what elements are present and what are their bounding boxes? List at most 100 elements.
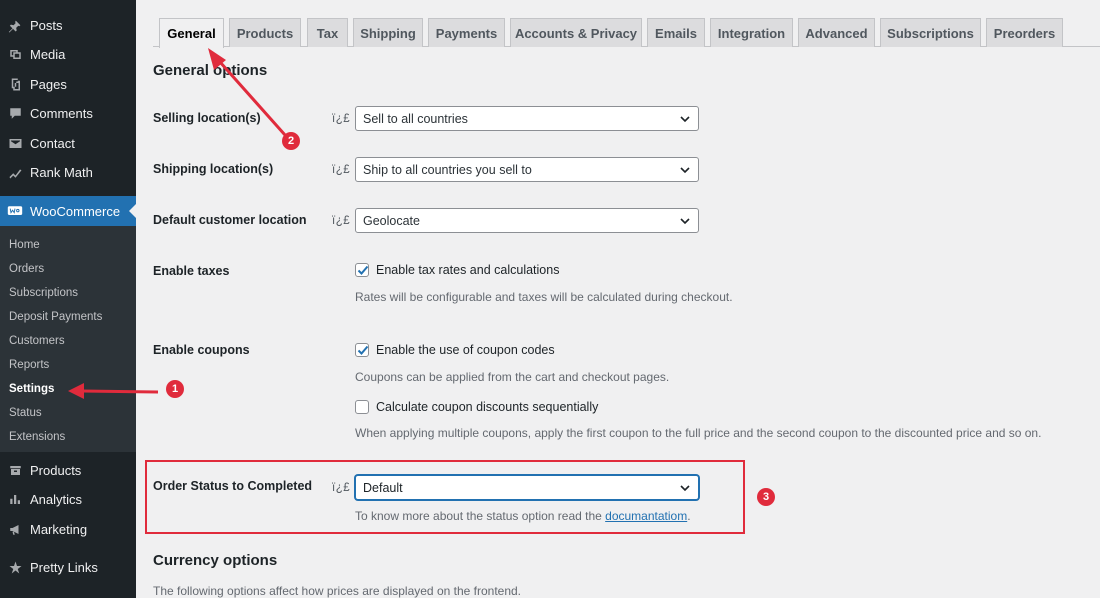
submenu-subscriptions[interactable]: Subscriptions: [9, 285, 78, 301]
label-enable-coupons: Enable coupons: [153, 343, 250, 357]
tab-products[interactable]: Products: [229, 18, 301, 47]
menu-label-analytics: Analytics: [30, 491, 83, 507]
tab-label: Advanced: [805, 25, 868, 41]
annotation-badge-1: 1: [166, 380, 184, 398]
currency-description: The following options affect how prices …: [153, 584, 522, 598]
menu-label-comments: Comments: [30, 105, 93, 121]
tab-label: Preorders: [993, 25, 1056, 41]
tab-label: Shipping: [360, 25, 416, 41]
tab-label: Subscriptions: [887, 25, 974, 41]
annotation-badge-3: 3: [757, 488, 775, 506]
tab-label: Products: [236, 25, 294, 41]
submenu-reports[interactable]: Reports: [9, 357, 49, 373]
highlight-box: [145, 460, 745, 534]
menu-item-media[interactable]: Media: [0, 40, 136, 68]
default-customer-location-select[interactable]: Geolocate: [355, 208, 699, 233]
tab-shipping[interactable]: Shipping: [353, 18, 423, 47]
label-selling-location: Selling location(s): [153, 111, 261, 125]
menu-label-contact: Contact: [30, 135, 75, 151]
menu-label-pages: Pages: [30, 76, 67, 92]
analytics-icon: [7, 491, 23, 507]
tab-tax[interactable]: Tax: [307, 18, 348, 47]
sequential-coupons-label: Calculate coupon discounts sequentially: [376, 400, 599, 414]
settings-tabs: General Products Tax Shipping Payments A…: [153, 18, 1100, 48]
select-value: Ship to all countries you sell to: [363, 162, 532, 177]
section-title-currency: Currency options: [153, 552, 278, 569]
menu-item-posts[interactable]: Posts: [0, 11, 136, 39]
selling-location-select[interactable]: Sell to all countries: [355, 106, 699, 131]
marketing-icon: [7, 521, 23, 537]
tab-label: Payments: [435, 25, 498, 41]
menu-label-pretty-links: Pretty Links: [30, 559, 98, 575]
media-icon: [7, 46, 23, 62]
submenu-settings[interactable]: Settings: [9, 381, 54, 397]
tab-accounts-privacy[interactable]: Accounts & Privacy: [510, 18, 642, 47]
label-enable-taxes: Enable taxes: [153, 264, 230, 278]
mail-icon: [7, 135, 23, 151]
menu-item-pages[interactable]: Pages: [0, 70, 136, 98]
pages-icon: [7, 76, 23, 92]
select-value: Geolocate: [363, 213, 420, 228]
help-tip-icon[interactable]: ï¿£: [332, 215, 350, 227]
tab-advanced[interactable]: Advanced: [798, 18, 875, 47]
menu-item-contact[interactable]: Contact: [0, 129, 136, 157]
shipping-location-select[interactable]: Ship to all countries you sell to: [355, 157, 699, 182]
help-tip-icon[interactable]: ï¿£: [332, 164, 350, 176]
menu-item-marketing[interactable]: Marketing: [0, 515, 136, 543]
menu-label-rank-math: Rank Math: [30, 164, 93, 180]
sequential-coupons-checkbox[interactable]: [355, 400, 369, 414]
sequential-coupons-description: When applying multiple coupons, apply th…: [355, 426, 1042, 440]
star-icon: [7, 559, 23, 575]
enable-coupons-checkbox[interactable]: [355, 343, 369, 357]
label-shipping-location: Shipping location(s): [153, 162, 274, 176]
section-title-general: General options: [153, 62, 268, 79]
submenu-customers[interactable]: Customers: [9, 333, 65, 349]
tab-integration[interactable]: Integration: [710, 18, 793, 47]
help-tip-icon[interactable]: ï¿£: [332, 113, 350, 125]
annotation-badge-2: 2: [282, 132, 300, 150]
menu-item-products[interactable]: Products: [0, 456, 136, 484]
submenu-home[interactable]: Home: [9, 237, 40, 253]
enable-taxes-checkbox[interactable]: [355, 263, 369, 277]
tab-emails[interactable]: Emails: [647, 18, 705, 47]
label-default-customer-location: Default customer location: [153, 213, 307, 227]
tab-label: Accounts & Privacy: [514, 25, 638, 41]
enable-taxes-description: Rates will be configurable and taxes wil…: [355, 290, 733, 304]
submenu-orders[interactable]: Orders: [9, 261, 44, 277]
menu-item-comments[interactable]: Comments: [0, 99, 136, 127]
tab-label: Integration: [717, 25, 786, 41]
select-value: Sell to all countries: [363, 111, 468, 126]
enable-coupons-row: Enable the use of coupon codes: [355, 343, 555, 357]
menu-label-woocommerce: WooCommerce: [30, 203, 121, 219]
menu-label-marketing: Marketing: [30, 521, 88, 537]
tab-label: Tax: [316, 25, 339, 41]
chevron-down-icon: [679, 113, 691, 125]
sequential-coupons-row: Calculate coupon discounts sequentially: [355, 400, 598, 414]
woocommerce-icon: [7, 203, 23, 219]
chevron-down-icon: [679, 215, 691, 227]
tab-preorders[interactable]: Preorders: [986, 18, 1063, 47]
menu-item-rank-math[interactable]: Rank Math: [0, 158, 136, 186]
enable-taxes-label: Enable tax rates and calculations: [376, 263, 560, 277]
chevron-down-icon: [679, 164, 691, 176]
comments-icon: [7, 105, 23, 121]
products-icon: [7, 462, 23, 478]
menu-item-pretty-links[interactable]: Pretty Links: [0, 553, 136, 581]
submenu-deposit-payments[interactable]: Deposit Payments: [9, 309, 102, 325]
enable-coupons-label: Enable the use of coupon codes: [376, 343, 555, 357]
tab-payments[interactable]: Payments: [428, 18, 505, 47]
pin-icon: [7, 17, 23, 33]
tab-general[interactable]: General: [159, 18, 224, 48]
menu-item-woocommerce[interactable]: WooCommerce: [0, 196, 136, 226]
menu-item-analytics[interactable]: Analytics: [0, 485, 136, 513]
admin-sidebar: Posts Media Pages Comments Contact Rank …: [0, 0, 136, 598]
rank-math-icon: [7, 164, 23, 180]
menu-label-products: Products: [30, 462, 82, 478]
menu-label-posts: Posts: [30, 17, 63, 33]
tab-label: Emails: [655, 25, 697, 41]
submenu-extensions[interactable]: Extensions: [9, 429, 65, 445]
tab-subscriptions[interactable]: Subscriptions: [880, 18, 981, 47]
woocommerce-submenu: Home Orders Subscriptions Deposit Paymen…: [0, 226, 136, 452]
enable-coupons-description: Coupons can be applied from the cart and…: [355, 370, 670, 384]
submenu-status[interactable]: Status: [9, 405, 42, 421]
